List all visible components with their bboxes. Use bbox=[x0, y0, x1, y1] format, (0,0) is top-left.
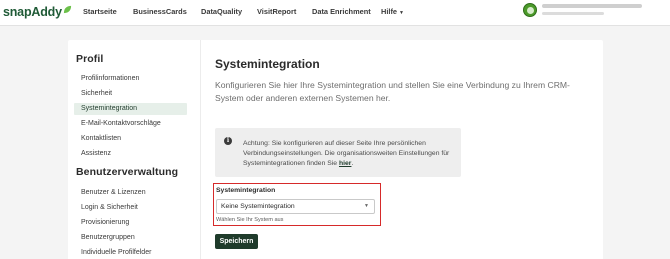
sidebar-item-provisionierung[interactable]: Provisionierung bbox=[74, 217, 187, 229]
sidebar-item-individuelle-profilfelder[interactable]: Individuelle Profilfelder bbox=[74, 247, 187, 259]
user-name-redacted bbox=[542, 4, 642, 8]
page-description: Konfigurieren Sie hier Ihre Systemintegr… bbox=[215, 80, 570, 103]
top-navigation-bar: snapAddy Startseite BusinessCards DataQu… bbox=[0, 0, 670, 26]
settings-sidebar: Profil Profilinformationen Sicherheit Sy… bbox=[68, 40, 201, 259]
main-content: Systemintegration Konfigurieren Sie hier… bbox=[213, 40, 595, 259]
nav-startseite[interactable]: Startseite bbox=[83, 7, 117, 16]
nav-visitreport[interactable]: VisitReport bbox=[257, 7, 296, 16]
user-email-redacted bbox=[542, 12, 604, 15]
settings-card: Profil Profilinformationen Sicherheit Sy… bbox=[68, 40, 603, 259]
nav-dataquality[interactable]: DataQuality bbox=[201, 7, 242, 16]
nav-businesscards[interactable]: BusinessCards bbox=[133, 7, 187, 16]
field-hint: Wählen Sie Ihr System aus bbox=[216, 217, 284, 223]
chevron-down-icon: ▼ bbox=[364, 203, 369, 209]
sidebar-item-profilinformationen[interactable]: Profilinformationen bbox=[74, 73, 187, 85]
sidebar-item-systemintegration[interactable]: Systemintegration bbox=[74, 103, 187, 115]
sidebar-item-assistenz[interactable]: Assistenz bbox=[74, 148, 187, 160]
sidebar-item-email-kontaktvorschlaege[interactable]: E-Mail-Kontaktvorschläge bbox=[74, 118, 187, 130]
info-alert: i Achtung: Sie konfigurieren auf dieser … bbox=[215, 128, 461, 177]
avatar[interactable] bbox=[523, 3, 537, 17]
select-value: Keine Systemintegration bbox=[221, 203, 295, 210]
alert-suffix: . bbox=[351, 160, 354, 167]
sidebar-item-kontaktlisten[interactable]: Kontaktlisten bbox=[74, 133, 187, 145]
alert-text: Achtung: Sie konfigurieren auf dieser Se… bbox=[243, 139, 457, 169]
logo-leaf-icon bbox=[63, 5, 71, 13]
nav-data-enrichment[interactable]: Data Enrichment bbox=[312, 7, 371, 16]
chevron-down-icon: ▼ bbox=[399, 10, 404, 16]
alert-link-hier[interactable]: hier bbox=[339, 160, 351, 167]
sidebar-item-benutzer-lizenzen[interactable]: Benutzer & Lizenzen bbox=[74, 187, 187, 199]
sidebar-item-benutzergruppen[interactable]: Benutzergruppen bbox=[74, 232, 187, 244]
sidebar-heading-profil: Profil bbox=[76, 53, 104, 65]
page-title: Systemintegration bbox=[215, 57, 320, 71]
systemintegration-field: Systemintegration Keine Systemintegratio… bbox=[213, 183, 381, 226]
systemintegration-select[interactable]: Keine Systemintegration ▼ bbox=[216, 199, 375, 214]
sidebar-item-login-sicherheit[interactable]: Login & Sicherheit bbox=[74, 202, 187, 214]
logo-text: snapAddy bbox=[3, 5, 62, 19]
nav-hilfe[interactable]: Hilfe ▼ bbox=[381, 7, 404, 16]
sidebar-item-sicherheit[interactable]: Sicherheit bbox=[74, 88, 187, 100]
field-label: Systemintegration bbox=[216, 187, 276, 194]
nav-hilfe-label: Hilfe bbox=[381, 7, 398, 16]
save-button[interactable]: Speichern bbox=[215, 234, 258, 249]
logo[interactable]: snapAddy bbox=[3, 5, 72, 19]
sidebar-heading-benutzerverwaltung: Benutzerverwaltung bbox=[76, 166, 179, 178]
info-icon: i bbox=[224, 137, 232, 145]
